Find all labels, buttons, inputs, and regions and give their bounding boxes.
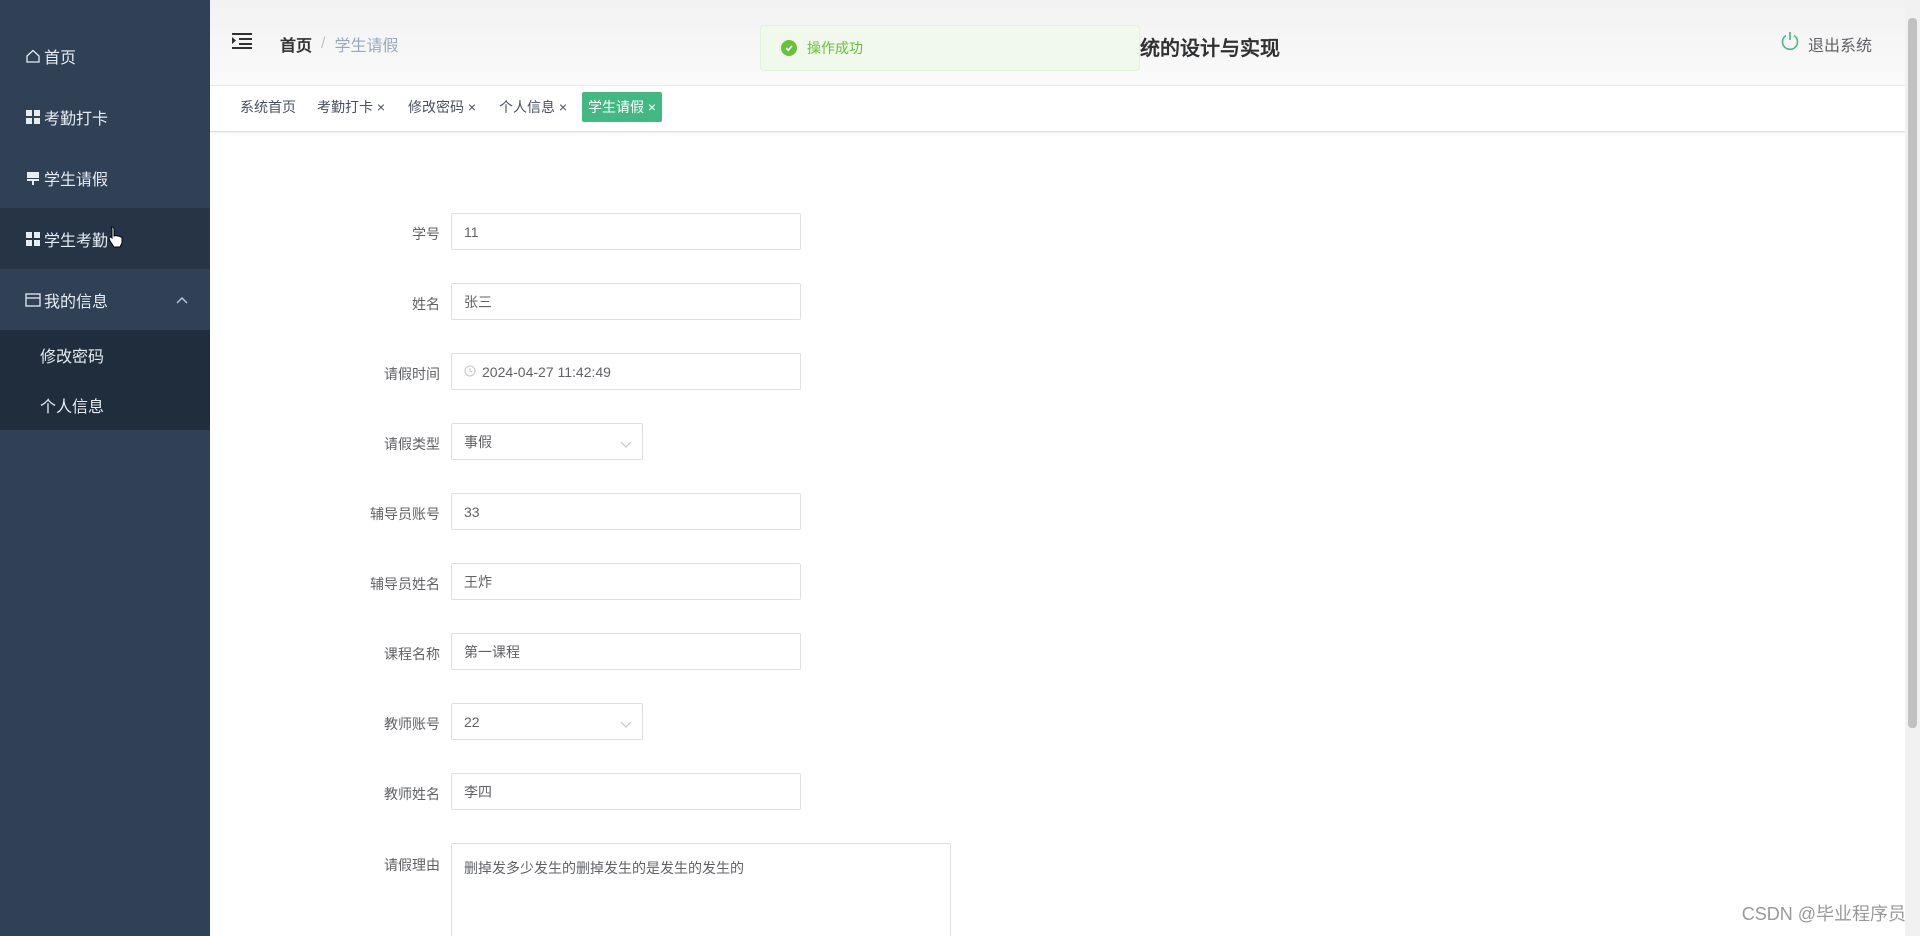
teacher-no-value: 22 bbox=[464, 713, 480, 730]
menu-toggle-icon[interactable] bbox=[232, 32, 252, 53]
tag-attendance-checkin[interactable]: 考勤打卡 × bbox=[311, 92, 391, 122]
sidebar-item-student-attendance[interactable]: 学生考勤 bbox=[0, 208, 210, 269]
submenu-item-change-password[interactable]: 修改密码 bbox=[0, 330, 210, 380]
leave-time-picker[interactable]: 2024-04-27 11:42:49 bbox=[451, 353, 801, 390]
counselor-name-label: 辅导员姓名 bbox=[370, 576, 440, 592]
chevron-up-icon bbox=[176, 291, 188, 309]
logout-label: 退出系统 bbox=[1807, 37, 1872, 55]
tag-personal-info[interactable]: 个人信息 × bbox=[493, 92, 573, 122]
tag-change-password[interactable]: 修改密码 × bbox=[402, 92, 482, 122]
course-name-input[interactable]: 第一课程 bbox=[451, 633, 801, 670]
sidebar-item-label: 我的信息 bbox=[44, 293, 109, 311]
leave-type-value: 事假 bbox=[464, 433, 492, 450]
sidebar: 首页 考勤打卡 学生请假 学生考勤 我的信息 修改密码 个人信息 bbox=[0, 0, 210, 936]
grid-icon bbox=[24, 230, 42, 248]
grid-icon bbox=[24, 108, 42, 126]
teacher-no-label: 教师账号 bbox=[384, 716, 440, 732]
tag-student-leave[interactable]: 学生请假 × bbox=[582, 92, 663, 122]
leave-time-value: 2024-04-27 11:42:49 bbox=[482, 363, 611, 380]
leave-type-select[interactable]: 事假 bbox=[451, 423, 643, 460]
breadcrumb-separator: / bbox=[321, 35, 326, 52]
submenu-my-info: 修改密码 个人信息 bbox=[0, 330, 210, 430]
logout-button[interactable]: 退出系统 bbox=[1780, 31, 1872, 56]
breadcrumb: 首页 / 学生请假 bbox=[280, 32, 398, 56]
breadcrumb-home[interactable]: 首页 bbox=[280, 32, 312, 56]
sidebar-item-label: 学生请假 bbox=[44, 171, 109, 189]
leave-time-label: 请假时间 bbox=[384, 366, 440, 382]
card-icon bbox=[24, 291, 42, 309]
student-no-input[interactable]: 11 bbox=[451, 213, 801, 250]
toast-message: 操作成功 bbox=[807, 40, 863, 56]
pointer-cursor-icon bbox=[108, 226, 124, 251]
sidebar-item-my-info[interactable]: 我的信息 bbox=[0, 269, 210, 330]
sidebar-item-home[interactable]: 首页 bbox=[0, 25, 210, 86]
tag-system-home[interactable]: 系统首页 bbox=[234, 92, 302, 122]
watermark: CSDN @毕业程序员 bbox=[1741, 904, 1906, 924]
reason-textarea[interactable]: 删掉发多少发生的删掉发生的是发生的发生的 bbox=[451, 843, 951, 936]
chevron-down-icon bbox=[620, 716, 632, 732]
success-toast: 操作成功 bbox=[760, 25, 1140, 71]
check-circle-icon bbox=[781, 40, 797, 56]
reason-label: 请假理由 bbox=[384, 857, 440, 873]
submenu-item-personal-info[interactable]: 个人信息 bbox=[0, 380, 210, 430]
page-title: 统的设计与实现 bbox=[1140, 38, 1280, 60]
scrollbar-thumb[interactable] bbox=[1908, 18, 1917, 728]
leave-type-label: 请假类型 bbox=[384, 436, 440, 452]
counselor-no-input[interactable]: 33 bbox=[451, 493, 801, 530]
counselor-no-label: 辅导员账号 bbox=[370, 506, 440, 522]
sidebar-item-label: 学生考勤 bbox=[44, 232, 109, 250]
breadcrumb-current: 学生请假 bbox=[334, 38, 399, 55]
teacher-no-select[interactable]: 22 bbox=[451, 703, 643, 740]
student-no-label: 学号 bbox=[412, 226, 440, 242]
page-scrollbar[interactable] bbox=[1905, 0, 1920, 936]
tags-view: 系统首页 考勤打卡 × 修改密码 × 个人信息 × 学生请假 × bbox=[210, 86, 1905, 132]
clock-icon bbox=[464, 364, 476, 380]
home-icon bbox=[24, 47, 42, 65]
sidebar-item-label: 首页 bbox=[44, 49, 77, 67]
chevron-down-icon bbox=[620, 436, 632, 452]
counselor-name-input[interactable]: 王炸 bbox=[451, 563, 801, 600]
teacher-name-label: 教师姓名 bbox=[384, 786, 440, 802]
teacher-name-input[interactable]: 李四 bbox=[451, 773, 801, 810]
name-input[interactable]: 张三 bbox=[451, 283, 801, 320]
sidebar-item-label: 考勤打卡 bbox=[44, 110, 109, 128]
course-name-label: 课程名称 bbox=[384, 646, 440, 662]
sidebar-item-student-leave[interactable]: 学生请假 bbox=[0, 147, 210, 208]
name-label: 姓名 bbox=[412, 296, 440, 312]
flag-icon bbox=[24, 169, 42, 187]
sidebar-item-attendance-checkin[interactable]: 考勤打卡 bbox=[0, 86, 210, 147]
power-icon bbox=[1780, 31, 1800, 56]
top-header: 首页 / 学生请假 统的设计与实现 操作成功 退出系统 bbox=[210, 0, 1905, 86]
